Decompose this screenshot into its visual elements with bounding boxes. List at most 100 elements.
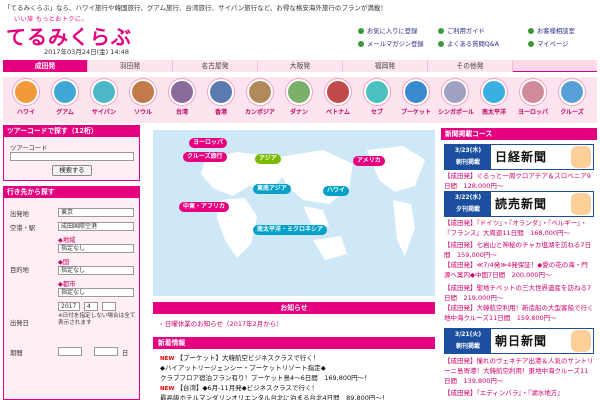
destination-item[interactable]: プーケット (399, 79, 433, 121)
destination-photo (403, 79, 429, 105)
tour-code-header: ツアーコードで探す（12桁） (3, 125, 140, 137)
news-item[interactable]: NEW 【台湾】◆6月-11月発◆ビジネスクラスで行く！ (160, 382, 318, 392)
destination-item[interactable]: クルーズ (555, 79, 589, 121)
tour-code-box: ツアーコード 検索する (3, 137, 140, 181)
paper-ad-asahi[interactable]: 3/21(火) 朝刊掲載 朝日新聞 (444, 328, 594, 354)
paper-ad-yomiuri[interactable]: 3/22(水) 夕刊掲載 読売新聞 (444, 191, 594, 217)
course-text-4[interactable]: 【成田発】≪7/4発≫4発保証！◆愛の花の海・門源へ案内◆中国7日間 200,0… (444, 260, 594, 280)
arrow-icon (438, 28, 444, 34)
tour-code-input[interactable] (10, 152, 134, 161)
mascot-icon (571, 330, 591, 352)
course-text-2[interactable]: 【成田発】『ドイツ』・『オランダ』・『ベルギー』・『フランス』大周遊11日間 1… (444, 218, 594, 238)
destination-label: シンガポール (438, 109, 475, 116)
region-select[interactable]: 指定なし (58, 244, 134, 253)
favorite-link[interactable]: お気に入りに登録 (358, 26, 417, 35)
course-text-1[interactable]: 【成田発】ぐるっと一周クロアチア＆スロベニア9日間 128,000円〜 (444, 171, 594, 191)
origin-select[interactable]: 東京 (58, 208, 134, 217)
depart-year-select[interactable]: 2017 (58, 302, 80, 311)
destination-item[interactable]: 南太平洋 (477, 79, 511, 121)
destination-photo (52, 79, 78, 105)
news-text: 最高級ホテルマンダリンオリエンタル台北に泊まる台北4日間 89,800円〜！ (160, 394, 389, 400)
destination-label: ソウル (133, 109, 152, 116)
mypage-link[interactable]: マイページ (528, 39, 568, 48)
news-item[interactable]: 最高級ホテルマンダリンオリエンタル台北に泊まる台北4日間 89,800円〜！ (160, 392, 388, 400)
news-header: 新着情報 (153, 337, 435, 349)
course-text-8[interactable]: 【成田発】『エディンバラ』・『湖水地方』 (444, 388, 594, 398)
notice-item[interactable]: › 日曜休業のお知らせ（2017年2月から） (160, 318, 283, 328)
arrow-icon (438, 41, 444, 47)
destination-item[interactable]: ベトナム (321, 79, 355, 121)
tab-osaka[interactable]: 大阪発 (258, 60, 343, 72)
support-link[interactable]: お客様相談室 (528, 26, 575, 35)
news-item[interactable]: NEW 【プーケット】大韓航空ビジネスクラスで行く！ (160, 352, 319, 362)
guide-link[interactable]: ご利用ガイド (438, 26, 485, 35)
depart-month-select[interactable]: 4 (84, 302, 98, 311)
news-item[interactable]: クラブフロア宿泊プラン有り！プーケット島4〜6日間 169,800円〜！ (160, 372, 371, 382)
tour-code-search-button[interactable]: 検索する (52, 165, 92, 176)
news-text: ◆ハイアットリージェンシー・プーケットリゾート指定◆ (160, 364, 326, 372)
map-middle-east-africa-label[interactable]: 中東・アフリカ (179, 202, 230, 212)
destination-label: グアム (56, 109, 74, 116)
destination-item[interactable]: ヨーロッパ (516, 79, 550, 121)
period-to-select[interactable] (94, 347, 118, 356)
map-america-label[interactable]: アメリカ (353, 156, 385, 166)
period-from-select[interactable] (58, 347, 82, 356)
map-europe-label[interactable]: ヨーロッパ (189, 138, 228, 148)
newsletter-link[interactable]: メールマガジン登録 (358, 39, 424, 48)
course-text-7[interactable]: 【成田発】憧れのヴェネチア出港＆人気のサントリーニ島寄港！大韓航空利用！東地中海… (444, 356, 594, 386)
destination-item[interactable]: ダナン (282, 79, 316, 121)
course-text-6[interactable]: 【成田発】大韓航空利用！新造船の大型客船で行く地中海クルーズ11日間 159,8… (444, 303, 594, 323)
destination-photo (247, 79, 273, 105)
destination-label: 台湾 (175, 109, 188, 116)
map-asia-label[interactable]: アジア (255, 154, 281, 164)
destination-item[interactable]: シンガポール (438, 79, 475, 121)
tab-haneda[interactable]: 羽田発 (88, 60, 173, 72)
destination-photo (169, 79, 195, 105)
destination-photo (559, 79, 585, 105)
news-item[interactable]: ◆ハイアットリージェンシー・プーケットリゾート指定◆ (160, 362, 326, 372)
destination-item[interactable]: 台湾 (165, 79, 199, 121)
destination-photo (442, 79, 468, 105)
airport-select[interactable]: 成田国際空港 (58, 222, 134, 231)
tab-fukuoka[interactable]: 福岡発 (343, 60, 428, 72)
paper-ad-date: 3/23(木) 朝刊掲載 (445, 145, 491, 169)
country-select[interactable]: 指定なし (58, 266, 134, 275)
tab-narita[interactable]: 成田発 (3, 60, 88, 72)
news-text: 【プーケット】大韓航空ビジネスクラスで行く！ (176, 354, 320, 362)
destination-label: サイパン (91, 109, 117, 116)
dest-search-box: 出発地 東京 空港・駅 成田国際空港 ◆地域 指定なし 目的地 ◆国 指定なし … (3, 198, 140, 400)
tour-code-label: ツアーコード (10, 145, 48, 152)
destination-item[interactable]: ソウル (126, 79, 160, 121)
paper-ad-nikkei[interactable]: 3/23(木) 朝刊掲載 日経新聞 (444, 144, 594, 170)
destination-item[interactable]: 香港 (204, 79, 238, 121)
airport-label: 空港・駅 (10, 225, 36, 232)
destination-photo (13, 79, 39, 105)
depart-day-select[interactable] (102, 302, 116, 311)
destination-item[interactable]: カンボジア (243, 79, 277, 121)
country-label: ◆国 (58, 259, 70, 266)
destination-item[interactable]: サイパン (87, 79, 121, 121)
world-map[interactable]: ヨーロッパ クルーズ旅行 アジア アメリカ 東南アジア ハワイ 中東・アフリカ … (153, 130, 435, 296)
paper-ad-name: 日経新聞 (495, 150, 548, 164)
header-links: お気に入りに登録 ご利用ガイド お客様相談室 メールマガジン登録 よくある質問Q… (358, 26, 598, 56)
course-text-5[interactable]: 【成田発】聖地チベットの三大世界遺産を訪ねる7日間 219,000円〜 (444, 283, 594, 303)
current-date: 2017年03月24日(金) 14:48 (44, 48, 129, 56)
destination-item[interactable]: セブ (360, 79, 394, 121)
map-cruise-label[interactable]: クルーズ旅行 (183, 152, 227, 162)
destination-item[interactable]: ハワイ (9, 79, 43, 121)
tab-nagoya[interactable]: 名古屋発 (173, 60, 258, 72)
faq-link[interactable]: よくある質問Q&A (438, 39, 499, 48)
header-tagline: 「てるみくらぶ」なら、ハワイ旅行や韓国旅行、グアム旅行、台湾旅行、サイパン旅行な… (4, 4, 387, 12)
map-southeast-asia-label[interactable]: 東南アジア (253, 184, 291, 194)
map-hawaii-label[interactable]: ハワイ (323, 186, 350, 196)
destination-label: ベトナム (326, 109, 350, 116)
map-south-pacific-label[interactable]: 南太平洋・ミクロネシア (253, 225, 328, 235)
destination-label: 南太平洋 (481, 109, 506, 116)
tab-other[interactable]: その他発 (428, 60, 513, 72)
destination-item[interactable]: グアム (48, 79, 82, 121)
newspaper-courses-header: 新聞掲載コース (441, 128, 597, 140)
course-text-3[interactable]: 【成田発】七岩山と神秘のチャカ塩湖を訪ねる7日間 159,000円〜 (444, 240, 594, 260)
city-select[interactable]: 指定なし (58, 288, 134, 297)
destination-label: ヨーロッパ (517, 109, 548, 116)
destination-photo (130, 79, 156, 105)
